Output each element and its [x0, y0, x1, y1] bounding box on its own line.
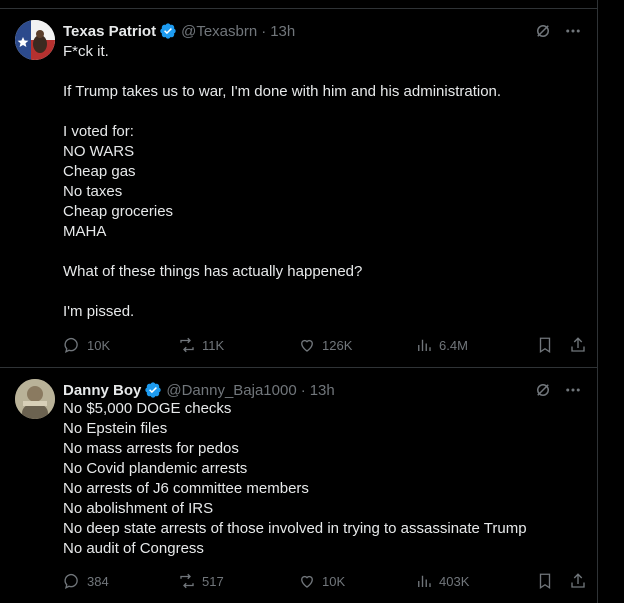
tweet-line: No audit of Congress	[63, 540, 204, 557]
tweet-line	[63, 282, 583, 302]
like-icon	[301, 339, 313, 352]
tweet-line: MAHA	[63, 223, 107, 240]
tweet-line: Cheap gas	[63, 163, 136, 180]
tweet-line: No Covid plandemic arrests	[63, 460, 248, 477]
handle[interactable]: @Danny_Baja1000	[166, 382, 296, 399]
repost-button[interactable]: 11K	[178, 336, 224, 354]
repost-icon	[180, 573, 194, 589]
scrollbar-gutter	[598, 0, 624, 603]
tweet[interactable]: Danny Boy @Danny_Baja1000 · 13h No $5,00…	[0, 368, 598, 603]
views-count: 403K	[439, 573, 470, 589]
timestamp[interactable]: 13h	[270, 23, 295, 40]
action-bar: 10K 11K 126K 6.4M	[63, 335, 588, 355]
verified-badge-icon	[159, 22, 177, 40]
like-count: 126K	[322, 337, 353, 353]
timeline-column: Texas Patriot @Texasbrn · 13h F*ck it. I…	[0, 0, 598, 603]
reply-count: 384	[87, 573, 109, 589]
tweet-line: NO WARS	[63, 143, 135, 160]
tweet-header: Danny Boy @Danny_Baja1000 · 13h	[63, 380, 583, 400]
tweet-line: No deep state arrests of those involved …	[63, 520, 527, 537]
tweet-line: No abolishment of IRS	[63, 500, 214, 517]
reply-button[interactable]: 10K	[63, 336, 110, 354]
avatar[interactable]	[15, 379, 55, 419]
display-name[interactable]: Texas Patriot	[63, 23, 156, 40]
tweet-line	[63, 102, 583, 122]
tweet-line: I'm pissed.	[63, 303, 135, 320]
repost-icon	[180, 337, 194, 353]
tweet-line	[63, 62, 583, 82]
repost-count: 517	[202, 573, 224, 589]
tweet-line: I voted for:	[63, 123, 134, 140]
tweet-line: No mass arrests for pedos	[63, 440, 239, 457]
views-button[interactable]: 403K	[415, 572, 469, 590]
repost-button[interactable]: 517	[178, 572, 224, 590]
reply-icon	[64, 573, 78, 590]
separator-dot: ·	[261, 22, 267, 40]
reply-icon	[64, 337, 78, 354]
repost-count: 11K	[202, 337, 225, 353]
more-icon[interactable]	[563, 21, 583, 41]
tweet-line: Cheap groceries	[63, 203, 174, 220]
timestamp[interactable]: 13h	[310, 382, 335, 399]
views-count: 6.4M	[439, 337, 468, 353]
like-button[interactable]: 10K	[298, 572, 345, 590]
tweet-header: Texas Patriot @Texasbrn · 13h	[63, 21, 583, 41]
tweet-line: No arrests of J6 committee members	[63, 480, 309, 497]
share-icon[interactable]	[568, 335, 588, 355]
action-bar: 384 517 10K 403K	[63, 571, 588, 591]
tweet-line: F*ck it.	[63, 43, 109, 60]
share-icon[interactable]	[568, 571, 588, 591]
views-button[interactable]: 6.4M	[415, 336, 468, 354]
reply-count: 10K	[87, 337, 111, 353]
bookmark-icon[interactable]	[535, 571, 555, 591]
handle[interactable]: @Texasbrn	[181, 23, 257, 40]
display-name[interactable]: Danny Boy	[63, 382, 141, 399]
grok-icon[interactable]	[533, 21, 553, 41]
like-count: 10K	[322, 573, 346, 589]
avatar[interactable]	[15, 20, 55, 60]
reply-button[interactable]: 384	[63, 572, 109, 590]
views-icon	[418, 339, 431, 351]
tweet-line	[63, 242, 583, 262]
verified-badge-icon	[144, 381, 162, 399]
separator-dot: ·	[300, 381, 306, 399]
like-icon	[301, 575, 313, 588]
views-icon	[418, 575, 431, 587]
tweet[interactable]: Texas Patriot @Texasbrn · 13h F*ck it. I…	[0, 9, 598, 367]
tweet-text: F*ck it. If Trump takes us to war, I'm d…	[63, 42, 583, 322]
grok-icon[interactable]	[533, 380, 553, 400]
more-icon[interactable]	[563, 380, 583, 400]
tweet-text: No $5,000 DOGE checks No Epstein files N…	[63, 399, 583, 559]
like-button[interactable]: 126K	[298, 336, 352, 354]
tweet-line: No Epstein files	[63, 420, 168, 437]
tweet-line: What of these things has actually happen…	[63, 263, 363, 280]
bookmark-icon[interactable]	[535, 335, 555, 355]
tweet-line: No $5,000 DOGE checks	[63, 400, 232, 417]
tweet-line: No taxes	[63, 183, 123, 200]
tweet-line: If Trump takes us to war, I'm done with …	[63, 83, 502, 100]
